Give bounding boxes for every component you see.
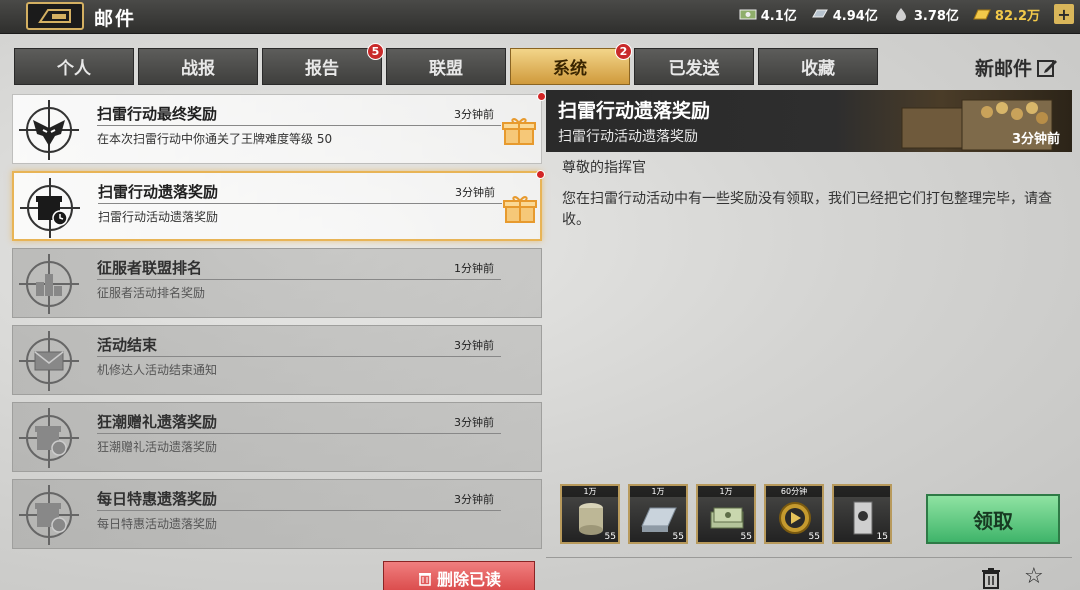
mail-item[interactable]: 征服者联盟排名 征服者活动排名奖励 1分钟前 [12,248,542,318]
cash-icon [739,9,757,20]
detail-subtitle: 扫雷行动活动遗落奖励 [558,129,698,145]
top-bar: 邮件 4.1亿 4.94亿 3.78亿 82.2万 + [0,0,1080,34]
ticket-icon [853,501,873,535]
tab-reports[interactable]: 报告 5 [262,43,384,85]
compose-icon [1037,59,1058,77]
detail-body: 您在扫雷行动活动中有一些奖励没有领取，我们已经把它们打包整理完毕，请查收。 [562,191,1052,228]
eagle-emblem-icon [19,100,79,160]
tab-sent[interactable]: 已发送 [634,48,754,85]
currency-cash[interactable]: 4.1亿 [739,5,797,24]
detail-greeting: 尊敬的指挥官 [562,160,646,176]
gift-clock-icon [19,408,79,468]
mail-time: 3分钟前 [454,339,494,352]
mail-time: 3分钟前 [454,108,494,121]
mail-subtitle: 征服者活动排名奖励 [97,286,206,300]
mail-time: 3分钟前 [455,186,495,199]
claim-button[interactable]: 领取 [926,494,1060,544]
unread-dot [537,92,546,101]
currency-gold[interactable]: 82.2万 [973,5,1040,24]
mail-item[interactable]: 活动结束 机修达人活动结束通知 3分钟前 [12,325,542,395]
unread-badge: 2 [615,43,632,60]
steel-ingot-icon [641,507,677,532]
mail-subtitle: 在本次扫雷行动中你通关了王牌难度等级 50 [97,132,333,146]
detail-title: 扫雷行动遗落奖励 [558,100,711,122]
ranking-bars-icon [19,254,79,314]
mail-list: 扫雷行动最终奖励 在本次扫雷行动中你通关了王牌难度等级 50 3分钟前 扫雷行动… [12,92,546,556]
mail-item[interactable]: 扫雷行动遗落奖励 扫雷行动活动遗落奖励 3分钟前 [12,170,545,241]
detail-time: 3分钟前 [1011,132,1060,147]
oil-icon [895,8,906,21]
mail-title: 活动结束 [97,336,158,354]
unread-dot [536,170,545,179]
page-title: 邮件 [94,8,137,30]
tab-battle-report[interactable]: 战报 [138,48,258,85]
divider [97,510,501,511]
divider [97,125,501,126]
currency-bar: 4.1亿 4.94亿 3.78亿 82.2万 + [739,4,1074,24]
mail-tabs: 个人 战报 报告 5 联盟 系统 2 已发送 收藏 [14,43,878,85]
mail-time: 3分钟前 [454,416,494,429]
gift-icon [502,118,536,145]
mail-item[interactable]: 每日特惠遗落奖励 每日特惠活动遗落奖励 3分钟前 [12,479,542,549]
mail-title: 征服者联盟排名 [97,259,203,277]
back-button[interactable] [26,2,84,30]
gold-icon [973,9,991,20]
divider [97,279,501,280]
divider [97,356,501,357]
delete-read-button[interactable]: 删除已读 [383,561,535,590]
tab-system[interactable]: 系统 2 [510,43,632,85]
mail-detail: 扫雷行动遗落奖励 扫雷行动活动遗落奖励 3分钟前 尊敬的指挥官 您在扫雷行动活动… [546,90,1072,590]
gift-clock-icon [19,485,79,545]
trash-icon [418,573,431,586]
reward-item[interactable]: 15 [832,484,892,544]
mail-title: 狂潮赠礼遗落奖励 [97,413,218,431]
divider [97,433,501,434]
back-arrow-icon [38,9,71,23]
tab-alliance[interactable]: 联盟 [386,48,506,85]
divider [98,203,502,204]
delete-mail-icon[interactable] [980,567,1002,589]
speedup-icon [779,502,811,534]
mail-item[interactable]: 扫雷行动最终奖励 在本次扫雷行动中你通关了王牌难度等级 50 3分钟前 [12,92,546,164]
cash-stack-icon [710,507,744,529]
mail-subtitle: 狂潮赠礼活动遗落奖励 [97,440,218,454]
reward-item[interactable]: 1万 55 [696,484,756,544]
add-gold-button[interactable]: + [1054,4,1074,24]
mail-title: 扫雷行动最终奖励 [97,105,218,123]
mail-time: 3分钟前 [454,493,494,506]
currency-steel[interactable]: 4.94亿 [811,5,878,24]
unread-badge: 5 [367,43,384,60]
mail-subtitle: 扫雷行动活动遗落奖励 [98,210,219,224]
mail-subtitle: 机修达人活动结束通知 [97,363,218,377]
mail-time: 1分钟前 [454,262,494,275]
reward-list: 1万 55 1万 55 1万 55 60分钟 55 15 [560,484,892,544]
reward-item[interactable]: 1万 55 [560,484,620,544]
divider [546,557,1072,558]
new-mail-button[interactable]: 新邮件 [975,54,1058,81]
detail-banner: 扫雷行动遗落奖励 扫雷行动活动遗落奖励 3分钟前 [546,90,1072,152]
favorite-star-icon[interactable]: ☆ [1024,564,1044,589]
gift-clock-icon [20,178,80,238]
mail-title: 每日特惠遗落奖励 [97,490,218,508]
mail-subtitle: 每日特惠活动遗落奖励 [97,517,218,531]
oil-barrel-icon [579,503,603,535]
gift-icon [503,196,537,223]
reward-item[interactable]: 60分钟 55 [764,484,824,544]
steel-icon [811,9,828,18]
mail-item[interactable]: 狂潮赠礼遗落奖励 狂潮赠礼活动遗落奖励 3分钟前 [12,402,542,472]
tab-favorites[interactable]: 收藏 [758,48,878,85]
tab-personal[interactable]: 个人 [14,48,134,85]
mail-title: 扫雷行动遗落奖励 [98,183,219,201]
currency-oil[interactable]: 3.78亿 [892,5,959,24]
envelope-icon [19,331,79,391]
reward-item[interactable]: 1万 55 [628,484,688,544]
